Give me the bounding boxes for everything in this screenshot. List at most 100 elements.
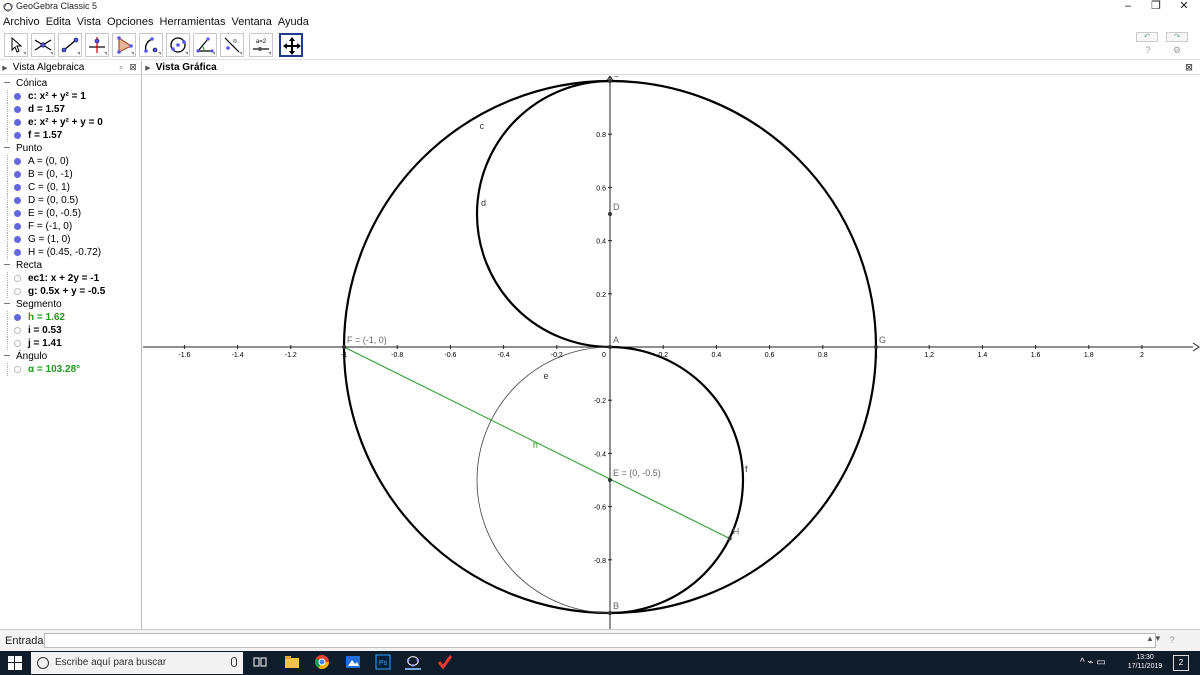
taskbar-search-box[interactable]: Escribe aquí para buscar	[31, 652, 243, 674]
point-c[interactable]	[608, 79, 612, 83]
file-explorer-icon[interactable]	[284, 654, 300, 670]
algebra-category[interactable]: Ángulo	[0, 350, 142, 363]
microphone-icon[interactable]	[231, 657, 237, 667]
algebra-item[interactable]: h = 1.62	[0, 311, 142, 324]
close-button[interactable]: ✕	[1170, 0, 1198, 14]
point-f[interactable]	[342, 345, 346, 349]
collapse-arrow-icon[interactable]: ▶	[0, 62, 10, 76]
visibility-toggle-icon[interactable]	[14, 106, 21, 113]
maximize-button[interactable]: ❐	[1142, 0, 1170, 14]
visibility-toggle-icon[interactable]	[14, 288, 21, 295]
chevron-down-icon[interactable]: ▲▼	[1146, 634, 1162, 643]
visibility-toggle-icon[interactable]	[14, 366, 21, 373]
arc-d[interactable]	[475, 79, 611, 349]
algebra-item[interactable]: e: x² + y² + y = 0	[0, 116, 142, 129]
point-a[interactable]	[608, 345, 612, 349]
point-tool-button[interactable]	[31, 33, 55, 57]
taskbar-clock[interactable]: 13:30 17/11/2019	[1122, 653, 1168, 671]
visibility-toggle-icon[interactable]	[14, 249, 21, 256]
close-view-icon[interactable]: ⊠	[1184, 62, 1194, 72]
visibility-toggle-icon[interactable]	[14, 171, 21, 178]
graphics-canvas[interactable]: -1.6 -1.4 -1.2 -1 -0.8 -0.6 -0.4 -0.2 0 0.2 0.4 0.6…	[143, 76, 1200, 629]
algebra-item[interactable]: D = (0, 0.5)	[0, 194, 142, 207]
point-g[interactable]	[874, 345, 878, 349]
windows-start-icon[interactable]	[8, 656, 22, 670]
menu-archivo[interactable]: Archivo	[0, 14, 43, 30]
menu-ventana[interactable]: Ventana	[229, 14, 275, 30]
system-tray-icons[interactable]: ^ ⌁ ▭	[1080, 657, 1106, 668]
input-field[interactable]	[44, 633, 1156, 648]
algebra-view-header[interactable]: ▶ Vista Algebraica ▫ ⊠	[0, 61, 141, 75]
circle-arc-tool-button[interactable]	[139, 33, 163, 57]
collapse-minus-icon[interactable]	[4, 355, 10, 356]
algebra-item[interactable]: g: 0.5x + y = -0.5	[0, 285, 142, 298]
angle-tool-button[interactable]	[193, 33, 217, 57]
point-b[interactable]	[608, 611, 612, 615]
menu-edita[interactable]: Edita	[43, 14, 74, 30]
menu-opciones[interactable]: Opciones	[104, 14, 156, 30]
visibility-toggle-icon[interactable]	[14, 314, 21, 321]
visibility-toggle-icon[interactable]	[14, 197, 21, 204]
algebra-category[interactable]: Punto	[0, 142, 142, 155]
minimize-button[interactable]: –	[1114, 0, 1142, 14]
visibility-toggle-icon[interactable]	[14, 184, 21, 191]
collapse-minus-icon[interactable]	[4, 264, 10, 265]
algebra-item[interactable]: j = 1.41	[0, 337, 142, 350]
graphics-view-header[interactable]: ▶ Vista Gráfica ⊠	[143, 61, 1200, 75]
point-e[interactable]	[608, 478, 612, 482]
collapse-arrow-icon[interactable]: ▶	[143, 62, 153, 76]
algebra-item[interactable]: c: x² + y² = 1	[0, 90, 142, 103]
algebra-category[interactable]: Segmento	[0, 298, 142, 311]
chrome-icon[interactable]	[314, 654, 330, 670]
redo-button[interactable]: ↷	[1166, 32, 1188, 42]
algebra-item[interactable]: H = (0.45, -0.72)	[0, 246, 142, 259]
algebra-category[interactable]: Recta	[0, 259, 142, 272]
algebra-item[interactable]: f = 1.57	[0, 129, 142, 142]
algebra-item[interactable]: B = (0, -1)	[0, 168, 142, 181]
algebra-item[interactable]: F = (-1, 0)	[0, 220, 142, 233]
menu-ayuda[interactable]: Ayuda	[275, 14, 312, 30]
menu-vista[interactable]: Vista	[74, 14, 104, 30]
perpendicular-tool-button[interactable]	[85, 33, 109, 57]
notification-center-icon[interactable]: 2	[1173, 655, 1189, 671]
visibility-toggle-icon[interactable]	[14, 327, 21, 334]
algebra-item[interactable]: ec1: x + 2y = -1	[0, 272, 142, 285]
photoshop-icon[interactable]: Ps	[375, 654, 391, 670]
visibility-toggle-icon[interactable]	[14, 210, 21, 217]
settings-icon[interactable]: ⚙	[1172, 45, 1182, 55]
visibility-toggle-icon[interactable]	[14, 340, 21, 347]
move-view-tool-button[interactable]	[279, 33, 303, 57]
visibility-toggle-icon[interactable]	[14, 119, 21, 126]
visibility-toggle-icon[interactable]	[14, 93, 21, 100]
circle-tool-button[interactable]	[166, 33, 190, 57]
move-tool-button[interactable]	[4, 33, 28, 57]
collapse-minus-icon[interactable]	[4, 82, 10, 83]
algebra-item[interactable]: A = (0, 0)	[0, 155, 142, 168]
algebra-category[interactable]: Cónica	[0, 77, 142, 90]
point-d[interactable]	[608, 212, 612, 216]
checkmark-app-icon[interactable]	[437, 654, 453, 670]
point-h[interactable]	[727, 536, 732, 541]
algebra-item[interactable]: α = 103.28°	[0, 363, 142, 376]
undock-icon[interactable]: ▫	[116, 62, 126, 72]
visibility-toggle-icon[interactable]	[14, 158, 21, 165]
geogebra-taskbar-icon[interactable]	[405, 654, 421, 670]
polygon-tool-button[interactable]	[112, 33, 136, 57]
algebra-item[interactable]: C = (0, 1)	[0, 181, 142, 194]
undo-button[interactable]: ↶	[1136, 32, 1158, 42]
segment-tool-button[interactable]	[58, 33, 82, 57]
algebra-item[interactable]: E = (0, -0.5)	[0, 207, 142, 220]
collapse-minus-icon[interactable]	[4, 147, 10, 148]
input-help-icon[interactable]: ?	[1166, 634, 1178, 646]
algebra-item[interactable]: G = (1, 0)	[0, 233, 142, 246]
visibility-toggle-icon[interactable]	[14, 223, 21, 230]
visibility-toggle-icon[interactable]	[14, 132, 21, 139]
photos-app-icon[interactable]	[345, 654, 361, 670]
algebra-item[interactable]: i = 0.53	[0, 324, 142, 337]
menu-herramientas[interactable]: Herramientas	[157, 14, 229, 30]
collapse-minus-icon[interactable]	[4, 303, 10, 304]
graphics-view[interactable]: ▶ Vista Gráfica ⊠ -1.6 -1.4 -1.2 -1 -0.8 -0.6…	[143, 61, 1200, 629]
visibility-toggle-icon[interactable]	[14, 275, 21, 282]
algebra-item[interactable]: d = 1.57	[0, 103, 142, 116]
close-view-icon[interactable]: ⊠	[128, 62, 138, 72]
